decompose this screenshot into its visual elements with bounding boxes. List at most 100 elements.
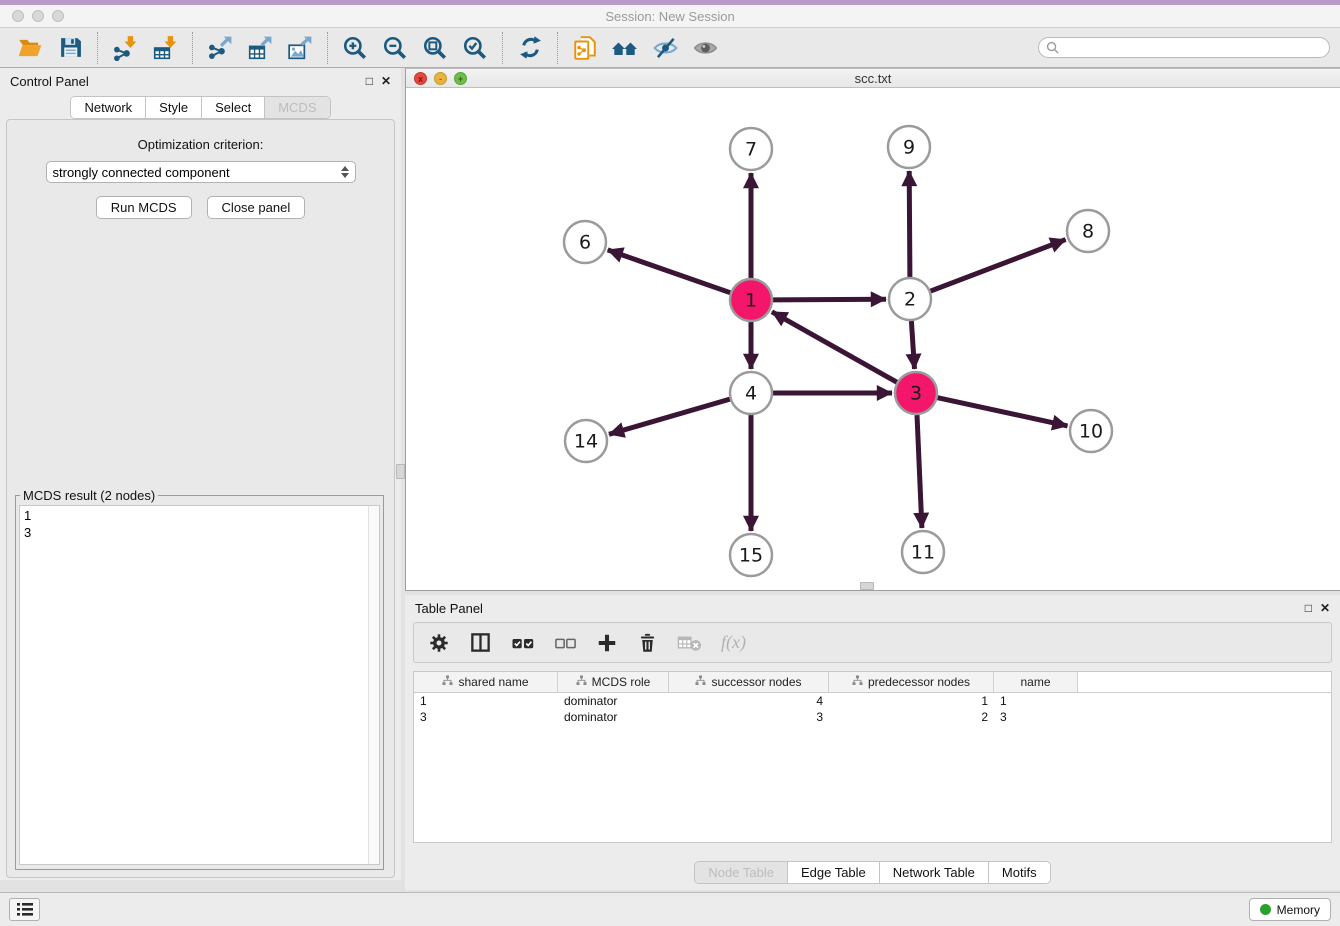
svg-text:9: 9: [903, 137, 915, 159]
graph-node-14[interactable]: 14: [565, 420, 607, 462]
show-panels-eye-icon[interactable]: [685, 30, 725, 66]
toolbar-separator: [192, 32, 193, 64]
tab-node-table[interactable]: Node Table: [695, 862, 787, 883]
cell-MCDS-role[interactable]: dominator: [558, 710, 669, 724]
dropdown-stepper-icon: [341, 166, 349, 178]
search-input[interactable]: [1059, 41, 1322, 55]
cell-shared-name[interactable]: 1: [414, 694, 558, 708]
duplicate-network-icon[interactable]: [565, 30, 605, 66]
tab-network[interactable]: Network: [71, 97, 145, 118]
float-panel-icon[interactable]: □: [1305, 601, 1312, 615]
close-panel-button[interactable]: Close panel: [207, 196, 306, 219]
cell-name[interactable]: 3: [994, 710, 1078, 724]
graph-edge-2-9[interactable]: [909, 171, 910, 277]
column-header-name[interactable]: name: [994, 672, 1078, 692]
import-table-icon[interactable]: [145, 30, 185, 66]
svg-text:7: 7: [745, 139, 757, 161]
optimization-criterion-dropdown[interactable]: strongly connected component: [46, 161, 356, 183]
graph-node-7[interactable]: 7: [730, 128, 772, 170]
export-network-icon[interactable]: [200, 30, 240, 66]
vertical-splitter-handle[interactable]: [396, 464, 405, 479]
tab-network-table[interactable]: Network Table: [879, 862, 988, 883]
apply-layout-icon[interactable]: [510, 30, 550, 66]
graph-node-10[interactable]: 10: [1070, 410, 1112, 452]
graph-node-15[interactable]: 15: [730, 534, 772, 576]
hierarchy-icon: [442, 675, 453, 689]
select-all-icon[interactable]: [511, 632, 535, 654]
graph-edge-3-11[interactable]: [917, 415, 922, 528]
network-maximize-button[interactable]: +: [454, 72, 467, 85]
cell-successor-nodes[interactable]: 3: [669, 710, 829, 724]
open-session-icon[interactable]: [10, 30, 50, 66]
tab-mcds[interactable]: MCDS: [264, 97, 329, 118]
column-header-MCDS-role[interactable]: MCDS role: [558, 672, 669, 692]
graph-edge-4-14[interactable]: [609, 399, 730, 434]
network-canvas[interactable]: 7 9 6 8 1 2 4 3 14 10 15 11: [406, 89, 1340, 590]
hide-panels-eye-slash-icon[interactable]: [645, 30, 685, 66]
memory-button[interactable]: Memory: [1249, 898, 1331, 921]
table-row[interactable]: 3dominator323: [414, 709, 1331, 725]
function-builder-icon[interactable]: f(x): [721, 632, 746, 653]
optimization-criterion-label: Optimization criterion:: [7, 137, 394, 152]
horizontal-splitter-handle[interactable]: [860, 582, 874, 590]
network-minimize-button[interactable]: -: [434, 72, 447, 85]
export-image-icon[interactable]: [280, 30, 320, 66]
mcds-result-line: 3: [24, 524, 375, 541]
cell-MCDS-role[interactable]: dominator: [558, 694, 669, 708]
svg-text:11: 11: [911, 542, 935, 564]
network-home-icon[interactable]: [605, 30, 645, 66]
graph-node-3[interactable]: 3: [895, 372, 937, 414]
save-session-icon[interactable]: [50, 30, 90, 66]
zoom-fit-icon[interactable]: [415, 30, 455, 66]
delete-table-icon[interactable]: [677, 633, 702, 653]
cell-shared-name[interactable]: 3: [414, 710, 558, 724]
column-header-successor-nodes[interactable]: successor nodes: [669, 672, 829, 692]
cell-name[interactable]: 1: [994, 694, 1078, 708]
table-row[interactable]: 1dominator411: [414, 693, 1331, 709]
graph-edge-2-3[interactable]: [911, 321, 914, 369]
graph-edge-3-10[interactable]: [938, 398, 1068, 426]
column-header-predecessor-nodes[interactable]: predecessor nodes: [829, 672, 994, 692]
delete-column-trash-icon[interactable]: [637, 632, 658, 654]
close-panel-icon[interactable]: ✕: [1320, 601, 1330, 615]
svg-text:1: 1: [745, 290, 757, 312]
mcds-result-textarea[interactable]: 13: [19, 505, 380, 865]
graph-node-2[interactable]: 2: [889, 278, 931, 320]
run-mcds-button[interactable]: Run MCDS: [96, 196, 192, 219]
graph-node-11[interactable]: 11: [902, 531, 944, 573]
zoom-out-icon[interactable]: [375, 30, 415, 66]
graph-node-6[interactable]: 6: [564, 221, 606, 263]
clear-selection-icon[interactable]: [554, 632, 577, 654]
tab-edge-table[interactable]: Edge Table: [787, 862, 879, 883]
export-table-icon[interactable]: [240, 30, 280, 66]
add-column-icon[interactable]: [596, 632, 618, 654]
float-panel-icon[interactable]: □: [366, 74, 373, 88]
cell-successor-nodes[interactable]: 4: [669, 694, 829, 708]
zoom-selected-icon[interactable]: [455, 30, 495, 66]
settings-gear-icon[interactable]: [428, 632, 450, 654]
tab-select[interactable]: Select: [201, 97, 264, 118]
control-panel-tabs: NetworkStyleSelectMCDS: [70, 96, 330, 119]
graph-node-1[interactable]: 1: [730, 279, 772, 321]
cell-predecessor-nodes[interactable]: 1: [829, 694, 994, 708]
tab-style[interactable]: Style: [145, 97, 201, 118]
column-selector-icon[interactable]: [469, 631, 492, 654]
svg-text:14: 14: [574, 431, 598, 453]
zoom-in-icon[interactable]: [335, 30, 375, 66]
graph-edge-1-6[interactable]: [608, 250, 731, 293]
column-header-shared-name[interactable]: shared name: [414, 672, 558, 692]
tab-motifs[interactable]: Motifs: [988, 862, 1050, 883]
network-close-button[interactable]: x: [414, 72, 427, 85]
graph-edge-1-2[interactable]: [773, 299, 886, 300]
import-network-icon[interactable]: [105, 30, 145, 66]
close-panel-icon[interactable]: ✕: [381, 74, 391, 88]
result-scrollbar[interactable]: [368, 506, 379, 864]
memory-label: Memory: [1277, 903, 1320, 917]
graph-node-8[interactable]: 8: [1067, 210, 1109, 252]
cell-predecessor-nodes[interactable]: 2: [829, 710, 994, 724]
graph-edge-3-1[interactable]: [772, 312, 897, 382]
task-history-button[interactable]: [9, 898, 40, 921]
graph-node-9[interactable]: 9: [888, 126, 930, 168]
graph-edge-2-8[interactable]: [931, 240, 1066, 292]
graph-node-4[interactable]: 4: [730, 372, 772, 414]
